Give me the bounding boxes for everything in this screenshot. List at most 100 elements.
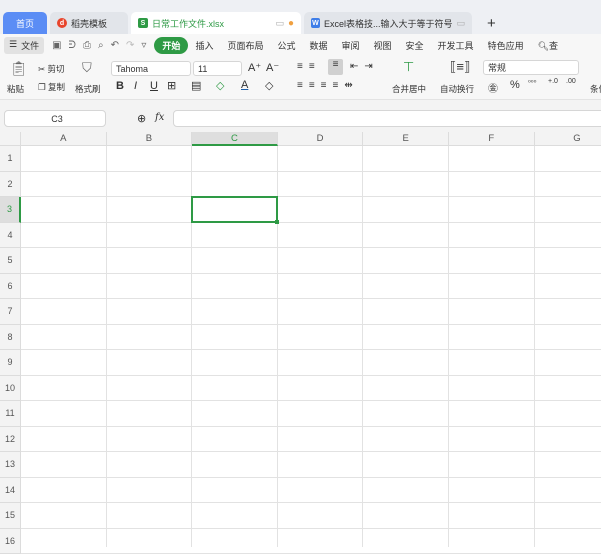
menu-data[interactable]: 数据 bbox=[302, 39, 334, 52]
row-header-3[interactable]: 3 bbox=[0, 197, 21, 223]
save-icon[interactable]: ▣ bbox=[52, 40, 61, 51]
tab-daoke[interactable]: d稻壳模板 bbox=[50, 12, 128, 34]
undo-icon[interactable]: ↶ bbox=[111, 40, 119, 51]
format-painter-icon: ⛉ bbox=[82, 60, 92, 76]
copy-button[interactable]: ❐ 复制 bbox=[38, 81, 65, 93]
row-header-9[interactable]: 9 bbox=[0, 350, 21, 376]
decrease-font-icon[interactable]: A⁻ bbox=[266, 61, 279, 74]
search-button[interactable]: 🔍︎查 bbox=[531, 39, 558, 52]
percent-button[interactable]: % bbox=[510, 79, 520, 91]
indent-icons[interactable]: ⇤⇥ bbox=[350, 61, 379, 72]
redo-icon[interactable]: ↷ bbox=[126, 40, 134, 51]
fill-color-icon[interactable]: ◇ bbox=[216, 79, 224, 92]
row-header-16[interactable]: 16 bbox=[0, 529, 21, 554]
search-label: 查 bbox=[549, 41, 558, 51]
select-all-corner[interactable] bbox=[0, 132, 21, 146]
zoom-function-icon[interactable]: ⊕ bbox=[137, 112, 146, 125]
underline-icon[interactable]: U bbox=[150, 80, 158, 92]
row-header-8[interactable]: 8 bbox=[0, 325, 21, 351]
row-header-1[interactable]: 1 bbox=[0, 146, 21, 172]
number-format-select[interactable]: 常规 bbox=[483, 60, 579, 75]
fill-handle[interactable] bbox=[275, 220, 279, 224]
name-box[interactable]: C3 bbox=[4, 110, 106, 127]
tab-bar: 首页 d稻壳模板 S日常工作文件.xlsx▭● WExcel表格技...输入大于… bbox=[0, 0, 601, 34]
cut-button[interactable]: ✂ 剪切 bbox=[38, 63, 65, 75]
decrease-decimal-icon[interactable]: .00 bbox=[566, 78, 576, 85]
menu-formulas[interactable]: 公式 bbox=[270, 39, 302, 52]
currency-icon[interactable]: ㊎ bbox=[488, 80, 498, 95]
column-header-F[interactable]: F bbox=[449, 132, 535, 146]
row-gridline bbox=[21, 324, 601, 325]
increase-decimal-icon[interactable]: +.0 bbox=[548, 78, 558, 85]
tab-spreadsheet[interactable]: S日常工作文件.xlsx▭● bbox=[131, 12, 301, 34]
wrap-text-button[interactable]: 自动换行 bbox=[440, 83, 474, 95]
thousands-icon[interactable]: ⁰⁰⁰ bbox=[528, 79, 536, 87]
paste-icon[interactable]: 📋︎ bbox=[10, 60, 28, 77]
more-icon[interactable]: ▿ bbox=[141, 40, 146, 51]
print-icon[interactable]: ⎙ bbox=[83, 40, 91, 51]
menu-home[interactable]: 开始 bbox=[154, 37, 188, 54]
new-tab-button[interactable]: + bbox=[480, 12, 503, 34]
increase-font-icon[interactable]: A⁺ bbox=[248, 61, 261, 74]
format-painter-button[interactable]: 格式刷 bbox=[75, 83, 101, 95]
menu-view[interactable]: 视图 bbox=[367, 39, 399, 52]
border-icon[interactable]: ⊞ bbox=[167, 79, 176, 92]
cell-ref: C3 bbox=[51, 114, 63, 124]
column-header-B[interactable]: B bbox=[107, 132, 193, 146]
row-gridline bbox=[21, 528, 601, 529]
font-size-select[interactable]: 11 bbox=[193, 61, 242, 76]
row-header-4[interactable]: 4 bbox=[0, 223, 21, 249]
column-header-G[interactable]: G bbox=[535, 132, 601, 146]
cut-label: 剪切 bbox=[47, 64, 64, 74]
horizontal-align-icons[interactable]: ≡≡≡≡⇹ bbox=[297, 80, 359, 91]
font-color-icon[interactable]: A bbox=[241, 79, 248, 91]
column-header-E[interactable]: E bbox=[363, 132, 449, 146]
row-header-6[interactable]: 6 bbox=[0, 274, 21, 300]
menu-review[interactable]: 审阅 bbox=[335, 39, 367, 52]
row-header-12[interactable]: 12 bbox=[0, 427, 21, 453]
row-header-10[interactable]: 10 bbox=[0, 376, 21, 402]
monitor-icon[interactable]: ▭ bbox=[456, 18, 465, 29]
vertical-align-icons[interactable]: ≡≡ bbox=[297, 61, 321, 72]
clear-format-icon[interactable]: ◇ bbox=[265, 79, 273, 92]
tab-home[interactable]: 首页 bbox=[3, 12, 47, 34]
row-header-5[interactable]: 5 bbox=[0, 248, 21, 274]
row-header-13[interactable]: 13 bbox=[0, 452, 21, 478]
menu-page-layout[interactable]: 页面布局 bbox=[220, 39, 270, 52]
fill-style-icon[interactable]: ▤ bbox=[191, 79, 201, 92]
paste-button[interactable]: 粘贴 bbox=[7, 83, 24, 95]
italic-icon[interactable]: I bbox=[134, 80, 137, 92]
font-family-select[interactable]: Tahoma bbox=[111, 61, 191, 76]
number-format-value: 常规 bbox=[488, 61, 506, 74]
ribbon-toolbar: 📋︎ 粘贴 ✂ 剪切 ❐ 复制 ⛉ 格式刷 Tahoma 11 A⁺ A⁻ B … bbox=[0, 56, 601, 100]
menu-security[interactable]: 安全 bbox=[399, 39, 431, 52]
column-header-D[interactable]: D bbox=[278, 132, 364, 146]
spreadsheet-icon: S bbox=[138, 18, 148, 28]
row-header-7[interactable]: 7 bbox=[0, 299, 21, 325]
align-bottom-icon[interactable]: ≡ bbox=[328, 59, 343, 75]
selected-cell[interactable] bbox=[191, 196, 278, 223]
bold-icon[interactable]: B bbox=[116, 80, 124, 92]
column-header-C[interactable]: C bbox=[192, 132, 278, 146]
wrap-icon[interactable]: ⟦≡⟧ bbox=[450, 59, 470, 75]
fx-button[interactable]: fx bbox=[155, 112, 164, 123]
row-header-2[interactable]: 2 bbox=[0, 172, 21, 198]
monitor-icon[interactable]: ▭ bbox=[275, 18, 284, 29]
menu-developer[interactable]: 开发工具 bbox=[431, 39, 481, 52]
merge-icon[interactable]: ⊤ bbox=[403, 59, 414, 75]
menu-features[interactable]: 特色应用 bbox=[481, 39, 531, 52]
row-gridline bbox=[21, 247, 601, 248]
menu-insert[interactable]: 插入 bbox=[188, 39, 220, 52]
formula-input[interactable] bbox=[173, 110, 601, 127]
row-header-11[interactable]: 11 bbox=[0, 401, 21, 427]
tab-word-doc[interactable]: WExcel表格技...输入大于等于符号▭ bbox=[304, 12, 472, 34]
file-menu-button[interactable]: ☰文件 bbox=[4, 37, 44, 54]
row-header-15[interactable]: 15 bbox=[0, 503, 21, 529]
column-header-A[interactable]: A bbox=[21, 132, 107, 146]
merge-center-button[interactable]: 合并居中 bbox=[392, 83, 426, 95]
print-preview-icon[interactable]: ⌕ bbox=[98, 40, 104, 51]
format-icon[interactable]: ᕭ bbox=[69, 40, 76, 51]
conditional-format-button[interactable]: 条件 bbox=[590, 83, 601, 95]
row-header-14[interactable]: 14 bbox=[0, 478, 21, 504]
word-icon: W bbox=[311, 18, 320, 28]
